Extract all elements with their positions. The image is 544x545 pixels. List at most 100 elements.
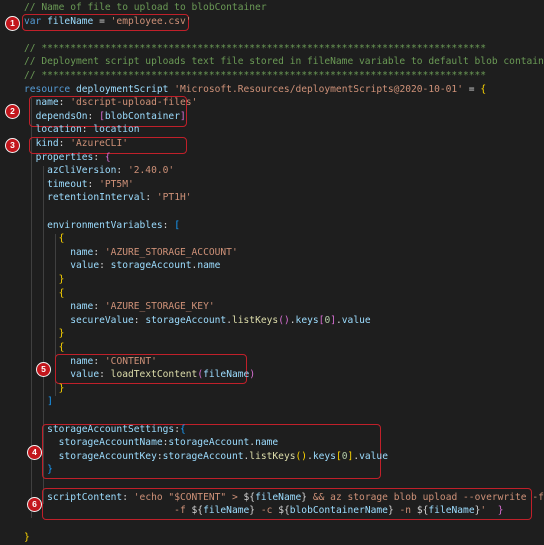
code-token: -c — [255, 505, 279, 517]
callout-badge-3: 3 — [5, 138, 20, 153]
code-token: fileName — [203, 369, 250, 381]
code-token: -f — [24, 505, 192, 517]
code-token: keys — [295, 314, 319, 326]
code-line: { — [24, 232, 65, 246]
code-line: name: 'AZURE_STORAGE_KEY' — [24, 300, 215, 314]
code-line: name: 'CONTENT' — [24, 355, 157, 369]
code-token: retentionInterval — [47, 192, 146, 204]
code-line: var fileName = 'employee.csv' — [24, 15, 192, 29]
code-token: 'AZURE_STORAGE_KEY' — [104, 301, 215, 313]
code-editor[interactable]: 1 2 3 4 5 6 // Name of file to upload to… — [0, 0, 544, 543]
code-token: name — [70, 355, 94, 367]
code-token: value — [341, 314, 371, 326]
code-token: } — [58, 382, 65, 394]
code-token: = — [93, 15, 111, 27]
code-token: storageAccountKey — [58, 450, 157, 462]
code-token: location — [35, 124, 82, 136]
code-line: azCliVersion: '2.40.0' — [24, 164, 174, 178]
code-token: storageAccount — [162, 450, 244, 462]
code-token: // Name of file to upload to blobContain… — [24, 2, 267, 13]
code-line: } — [24, 327, 65, 341]
code-line: } — [24, 531, 30, 545]
code-token: 'Microsoft.Resources/deploymentScripts@2… — [174, 83, 463, 95]
code-token: : — [162, 219, 175, 231]
code-token: : — [122, 491, 134, 503]
code-line: value: loadTextContent(fileName) — [24, 368, 255, 382]
code-token: timeout — [47, 178, 88, 190]
code-token: // Deployment script uploads text file s… — [24, 56, 544, 68]
callout-badge-2: 2 — [5, 104, 20, 119]
code-token: fileName — [203, 505, 250, 517]
code-token: 'echo "$CONTENT" > — [133, 491, 244, 503]
code-token: fileName — [428, 505, 475, 517]
code-line: timeout: 'PT5M' — [24, 178, 134, 192]
code-token: blobContainer — [104, 110, 180, 122]
code-token: { — [58, 287, 65, 299]
code-token: 'PT1H' — [156, 192, 192, 204]
code-token: () — [278, 314, 290, 326]
code-token: -n — [393, 505, 417, 517]
code-token: : — [93, 355, 105, 367]
code-token: properties — [35, 151, 94, 163]
code-token: : — [99, 260, 111, 272]
code-token: location — [93, 124, 140, 136]
code-token: value — [359, 450, 388, 462]
code-token: name — [70, 301, 94, 313]
code-line: name: 'AZURE_STORAGE_ACCOUNT' — [24, 246, 238, 260]
code-token: { — [58, 233, 65, 245]
code-token: 'AZURE_STORAGE_ACCOUNT' — [104, 246, 238, 258]
code-line: } — [24, 463, 53, 477]
code-token: ' — [480, 505, 498, 517]
code-token: : — [93, 246, 105, 258]
code-token: { — [480, 83, 487, 95]
code-token: 'AzureCLI' — [70, 138, 128, 149]
code-token: name — [35, 97, 59, 109]
code-token: ] — [47, 396, 53, 408]
code-token: name — [70, 246, 94, 258]
code-token: // *************************************… — [24, 42, 487, 54]
code-token: { — [104, 151, 111, 163]
code-token: } — [24, 532, 30, 544]
code-token: { — [179, 423, 186, 435]
code-token: () — [295, 450, 308, 462]
code-token: keys — [312, 450, 336, 462]
code-line: { — [24, 287, 65, 301]
code-token: 'employee.csv' — [110, 15, 192, 27]
code-line: { — [24, 341, 65, 355]
code-token: value — [70, 369, 100, 381]
code-token: } — [497, 505, 504, 517]
code-token: listKeys — [231, 314, 279, 326]
code-token: dependsOn — [35, 110, 88, 122]
code-line: name: 'dscript-upload-files' — [24, 96, 198, 110]
code-line: // *************************************… — [24, 42, 486, 56]
code-token: fileName — [255, 491, 302, 503]
code-token: [ — [174, 219, 180, 231]
code-token: ${ — [243, 491, 256, 503]
code-token: loadTextContent — [110, 369, 198, 381]
code-token: } — [58, 274, 65, 285]
code-line: resource deploymentScript 'Microsoft.Res… — [24, 83, 486, 97]
code-line: // *************************************… — [24, 69, 486, 83]
code-line: storageAccountSettings:{ — [24, 423, 186, 437]
code-token: ${ — [416, 505, 429, 517]
code-token: : — [133, 314, 146, 326]
code-token: = — [462, 83, 481, 95]
code-token: : — [87, 110, 100, 122]
code-line: secureValue: storageAccount.listKeys().k… — [24, 314, 371, 328]
